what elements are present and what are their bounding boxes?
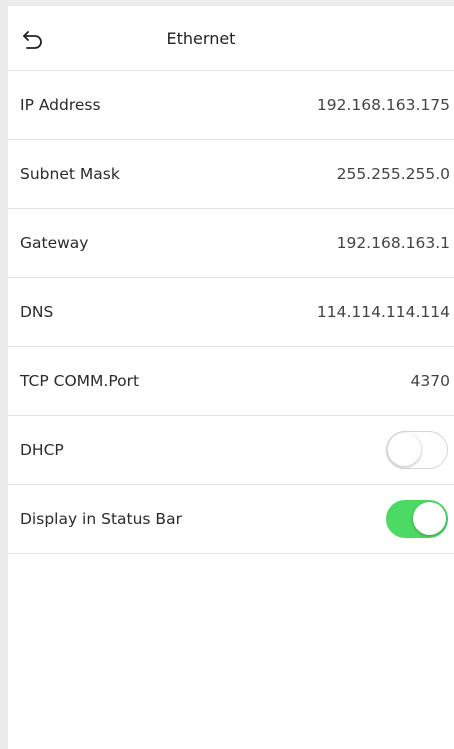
status-bar-row: Display in Status Bar (8, 485, 454, 554)
status-bar-label: Display in Status Bar (20, 510, 182, 528)
dhcp-label: DHCP (20, 441, 64, 459)
subnet-mask-label: Subnet Mask (20, 165, 120, 183)
gateway-row[interactable]: Gateway 192.168.163.1 (8, 209, 454, 278)
dhcp-toggle[interactable] (386, 431, 448, 469)
tcp-port-value: 4370 (410, 372, 450, 390)
page-title: Ethernet (166, 28, 236, 48)
ip-address-label: IP Address (20, 96, 101, 114)
tcp-port-row[interactable]: TCP COMM.Port 4370 (8, 347, 454, 416)
subnet-mask-value: 255.255.255.0 (336, 165, 450, 183)
dhcp-row: DHCP (8, 416, 454, 485)
gateway-value: 192.168.163.1 (336, 234, 450, 252)
dns-label: DNS (20, 303, 54, 321)
toggle-knob (413, 502, 446, 535)
ip-address-value: 192.168.163.175 (316, 96, 450, 114)
subnet-mask-row[interactable]: Subnet Mask 255.255.255.0 (8, 140, 454, 209)
header: Ethernet (8, 6, 454, 71)
tcp-port-label: TCP COMM.Port (20, 372, 140, 390)
toggle-knob (388, 433, 421, 466)
ethernet-screen: Ethernet IP Address 192.168.163.175 Subn… (8, 6, 454, 749)
status-bar-toggle[interactable] (386, 500, 448, 538)
dns-value: 114.114.114.114 (316, 303, 450, 321)
dns-row[interactable]: DNS 114.114.114.114 (8, 278, 454, 347)
ip-address-row[interactable]: IP Address 192.168.163.175 (8, 71, 454, 140)
gateway-label: Gateway (20, 234, 89, 252)
